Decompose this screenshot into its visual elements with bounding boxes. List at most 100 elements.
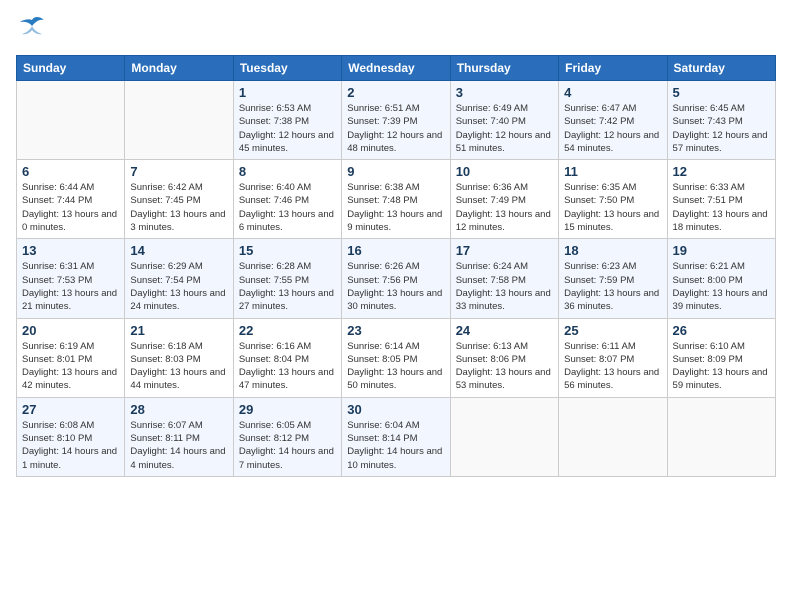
calendar-cell: 17 Sunrise: 6:24 AMSunset: 7:58 PMDayligh… — [450, 239, 558, 318]
day-number: 22 — [239, 323, 336, 338]
day-number: 5 — [673, 85, 770, 100]
day-number: 27 — [22, 402, 119, 417]
calendar-cell: 24 Sunrise: 6:13 AMSunset: 8:06 PMDayligh… — [450, 318, 558, 397]
day-number: 25 — [564, 323, 661, 338]
calendar-cell: 16 Sunrise: 6:26 AMSunset: 7:56 PMDayligh… — [342, 239, 450, 318]
logo-bird-icon — [18, 16, 46, 43]
calendar-week-row: 6 Sunrise: 6:44 AMSunset: 7:44 PMDaylight… — [17, 160, 776, 239]
calendar-cell: 29Sunrise: 6:05 AMSunset: 8:12 PMDayligh… — [233, 397, 341, 476]
calendar-cell: 6 Sunrise: 6:44 AMSunset: 7:44 PMDaylight… — [17, 160, 125, 239]
day-number: 26 — [673, 323, 770, 338]
cell-content: Sunrise: 6:04 AMSunset: 8:14 PMDaylight:… — [347, 419, 444, 472]
calendar-cell: 11Sunrise: 6:35 AMSunset: 7:50 PMDayligh… — [559, 160, 667, 239]
day-number: 12 — [673, 164, 770, 179]
cell-content: Sunrise: 6:11 AMSunset: 8:07 PMDaylight:… — [564, 340, 661, 393]
cell-content: Sunrise: 6:44 AMSunset: 7:44 PMDaylight:… — [22, 181, 119, 234]
cell-content: Sunrise: 6:10 AMSunset: 8:09 PMDaylight:… — [673, 340, 770, 393]
day-number: 15 — [239, 243, 336, 258]
day-number: 3 — [456, 85, 553, 100]
cell-content: Sunrise: 6:08 AMSunset: 8:10 PMDaylight:… — [22, 419, 119, 472]
calendar-cell: 23 Sunrise: 6:14 AMSunset: 8:05 PMDayligh… — [342, 318, 450, 397]
cell-content: Sunrise: 6:05 AMSunset: 8:12 PMDaylight:… — [239, 419, 336, 472]
calendar-cell — [17, 81, 125, 160]
calendar-cell: 3 Sunrise: 6:49 AMSunset: 7:40 PMDaylight… — [450, 81, 558, 160]
day-number: 10 — [456, 164, 553, 179]
day-number: 28 — [130, 402, 227, 417]
day-header-monday: Monday — [125, 56, 233, 81]
day-header-row: SundayMondayTuesdayWednesdayThursdayFrid… — [17, 56, 776, 81]
day-number: 21 — [130, 323, 227, 338]
calendar-cell: 8 Sunrise: 6:40 AMSunset: 7:46 PMDaylight… — [233, 160, 341, 239]
day-number: 1 — [239, 85, 336, 100]
calendar-cell: 15 Sunrise: 6:28 AMSunset: 7:55 PMDayligh… — [233, 239, 341, 318]
cell-content: Sunrise: 6:47 AMSunset: 7:42 PMDaylight:… — [564, 102, 661, 155]
calendar-cell: 2Sunrise: 6:51 AMSunset: 7:39 PMDaylight… — [342, 81, 450, 160]
cell-content: Sunrise: 6:16 AMSunset: 8:04 PMDaylight:… — [239, 340, 336, 393]
cell-content: Sunrise: 6:26 AMSunset: 7:56 PMDaylight:… — [347, 260, 444, 313]
calendar-table: SundayMondayTuesdayWednesdayThursdayFrid… — [16, 55, 776, 477]
calendar-cell: 1 Sunrise: 6:53 AMSunset: 7:38 PMDaylight… — [233, 81, 341, 160]
cell-content: Sunrise: 6:31 AMSunset: 7:53 PMDaylight:… — [22, 260, 119, 313]
cell-content: Sunrise: 6:13 AMSunset: 8:06 PMDaylight:… — [456, 340, 553, 393]
cell-content: Sunrise: 6:07 AMSunset: 8:11 PMDaylight:… — [130, 419, 227, 472]
calendar-cell — [125, 81, 233, 160]
day-number: 23 — [347, 323, 444, 338]
day-number: 13 — [22, 243, 119, 258]
day-number: 8 — [239, 164, 336, 179]
calendar-cell: 28 Sunrise: 6:07 AMSunset: 8:11 PMDayligh… — [125, 397, 233, 476]
day-number: 24 — [456, 323, 553, 338]
day-number: 30 — [347, 402, 444, 417]
day-header-thursday: Thursday — [450, 56, 558, 81]
day-number: 6 — [22, 164, 119, 179]
calendar-cell: 30 Sunrise: 6:04 AMSunset: 8:14 PMDayligh… — [342, 397, 450, 476]
calendar-cell — [559, 397, 667, 476]
day-header-sunday: Sunday — [17, 56, 125, 81]
cell-content: Sunrise: 6:36 AMSunset: 7:49 PMDaylight:… — [456, 181, 553, 234]
day-number: 7 — [130, 164, 227, 179]
cell-content: Sunrise: 6:45 AMSunset: 7:43 PMDaylight:… — [673, 102, 770, 155]
calendar-cell: 4 Sunrise: 6:47 AMSunset: 7:42 PMDaylight… — [559, 81, 667, 160]
calendar-cell: 7 Sunrise: 6:42 AMSunset: 7:45 PMDaylight… — [125, 160, 233, 239]
day-number: 19 — [673, 243, 770, 258]
calendar-cell: 9 Sunrise: 6:38 AMSunset: 7:48 PMDaylight… — [342, 160, 450, 239]
day-header-tuesday: Tuesday — [233, 56, 341, 81]
cell-content: Sunrise: 6:49 AMSunset: 7:40 PMDaylight:… — [456, 102, 553, 155]
day-header-wednesday: Wednesday — [342, 56, 450, 81]
calendar-week-row: 13 Sunrise: 6:31 AMSunset: 7:53 PMDayligh… — [17, 239, 776, 318]
calendar-week-row: 1 Sunrise: 6:53 AMSunset: 7:38 PMDaylight… — [17, 81, 776, 160]
cell-content: Sunrise: 6:24 AMSunset: 7:58 PMDaylight:… — [456, 260, 553, 313]
day-header-friday: Friday — [559, 56, 667, 81]
calendar-cell: 5 Sunrise: 6:45 AMSunset: 7:43 PMDaylight… — [667, 81, 775, 160]
day-number: 11 — [564, 164, 661, 179]
day-number: 9 — [347, 164, 444, 179]
day-number: 16 — [347, 243, 444, 258]
calendar-cell: 22 Sunrise: 6:16 AMSunset: 8:04 PMDayligh… — [233, 318, 341, 397]
day-number: 18 — [564, 243, 661, 258]
calendar-week-row: 27 Sunrise: 6:08 AMSunset: 8:10 PMDayligh… — [17, 397, 776, 476]
cell-content: Sunrise: 6:42 AMSunset: 7:45 PMDaylight:… — [130, 181, 227, 234]
cell-content: Sunrise: 6:38 AMSunset: 7:48 PMDaylight:… — [347, 181, 444, 234]
cell-content: Sunrise: 6:33 AMSunset: 7:51 PMDaylight:… — [673, 181, 770, 234]
cell-content: Sunrise: 6:18 AMSunset: 8:03 PMDaylight:… — [130, 340, 227, 393]
cell-content: Sunrise: 6:40 AMSunset: 7:46 PMDaylight:… — [239, 181, 336, 234]
calendar-cell: 26 Sunrise: 6:10 AMSunset: 8:09 PMDayligh… — [667, 318, 775, 397]
calendar-week-row: 20 Sunrise: 6:19 AMSunset: 8:01 PMDayligh… — [17, 318, 776, 397]
calendar-cell: 10 Sunrise: 6:36 AMSunset: 7:49 PMDayligh… — [450, 160, 558, 239]
day-number: 20 — [22, 323, 119, 338]
calendar-cell: 21 Sunrise: 6:18 AMSunset: 8:03 PMDayligh… — [125, 318, 233, 397]
day-header-saturday: Saturday — [667, 56, 775, 81]
calendar-header: SundayMondayTuesdayWednesdayThursdayFrid… — [17, 56, 776, 81]
calendar-cell: 20 Sunrise: 6:19 AMSunset: 8:01 PMDayligh… — [17, 318, 125, 397]
day-number: 14 — [130, 243, 227, 258]
day-number: 17 — [456, 243, 553, 258]
calendar-cell — [667, 397, 775, 476]
calendar-cell: 19Sunrise: 6:21 AMSunset: 8:00 PMDayligh… — [667, 239, 775, 318]
cell-content: Sunrise: 6:23 AMSunset: 7:59 PMDaylight:… — [564, 260, 661, 313]
cell-content: Sunrise: 6:14 AMSunset: 8:05 PMDaylight:… — [347, 340, 444, 393]
cell-content: Sunrise: 6:19 AMSunset: 8:01 PMDaylight:… — [22, 340, 119, 393]
calendar-cell — [450, 397, 558, 476]
day-number: 4 — [564, 85, 661, 100]
cell-content: Sunrise: 6:28 AMSunset: 7:55 PMDaylight:… — [239, 260, 336, 313]
cell-content: Sunrise: 6:53 AMSunset: 7:38 PMDaylight:… — [239, 102, 336, 155]
calendar-cell: 14Sunrise: 6:29 AMSunset: 7:54 PMDayligh… — [125, 239, 233, 318]
